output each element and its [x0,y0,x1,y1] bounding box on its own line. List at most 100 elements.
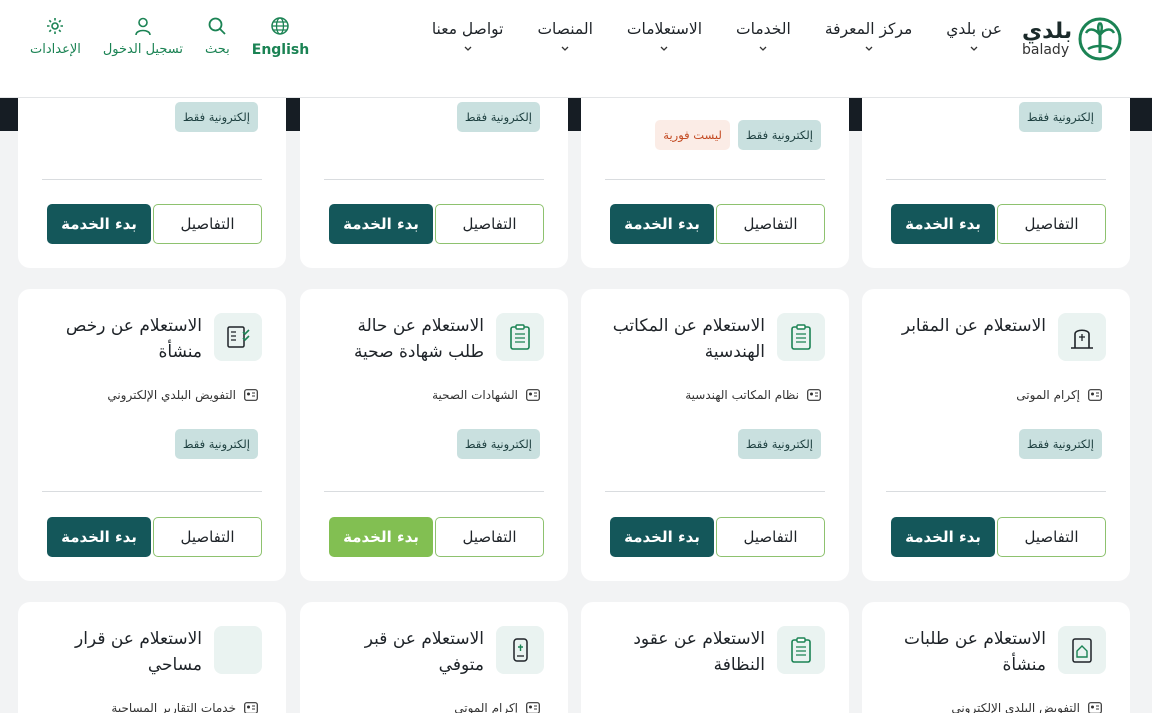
service-card-engineering-offices: الاستعلام عن المكاتب الهندسية نظام المكا… [581,289,849,581]
card-actions: التفاصيل بدء الخدمة [329,204,544,244]
nav-inquiries[interactable]: الاستعلامات [627,20,702,54]
start-service-button[interactable]: بدء الخدمة [891,517,995,557]
id-card-icon [244,389,258,401]
language-switch[interactable]: English [252,16,309,58]
chevron-down-icon [865,46,873,51]
details-button[interactable]: التفاصيل [435,204,544,244]
nav-label: عن بلدي [946,20,1002,38]
card-actions: التفاصيل بدء الخدمة [47,204,262,244]
logo-text: بلدي balady [1022,21,1072,58]
service-card-survey-decision: الاستعلام عن قرار مساحي خدمات التقارير ا… [18,602,286,713]
grave-phone-icon [496,626,544,674]
building-doc-icon [1058,626,1106,674]
nav-about[interactable]: عن بلدي [946,20,1002,54]
search-button[interactable]: بحث [205,16,230,58]
start-service-button[interactable]: بدء الخدمة [329,204,433,244]
card-divider [324,179,544,180]
card-divider [605,491,825,492]
start-service-button[interactable]: بدء الخدمة [891,204,995,244]
electronic-only-badge: إلكترونية فقط [1018,429,1102,459]
id-card-icon [1088,389,1102,401]
electronic-only-badge: إلكترونية فقط [456,102,540,132]
details-button[interactable]: التفاصيل [153,204,262,244]
card-divider [42,179,262,180]
service-card-deceased-grave: الاستعلام عن قبر متوفي إكرام الموتى [300,602,568,713]
electronic-only-badge: إلكترونية فقط [737,429,821,459]
electronic-only-badge: إلكترونية فقط [174,102,258,132]
site-header: بلدي balady عن بلدي مركز المعرفة الخدمات… [0,0,1152,98]
category-label: خدمات التقارير المساحية [111,701,236,713]
not-instant-badge: ليست فورية [655,120,730,150]
start-service-button[interactable]: بدء الخدمة [610,204,714,244]
card-badges: إلكترونية فقط [174,429,258,459]
start-service-button[interactable]: بدء الخدمة [610,517,714,557]
card-badges: إلكترونية فقط [737,429,821,459]
clipboard-icon [777,626,825,674]
card-category: التفويض البلدي الإلكتروني [951,701,1102,713]
card-badges: إلكترونية فقط [1018,429,1102,459]
login-button[interactable]: تسجيل الدخول [103,16,183,58]
electronic-only-badge: إلكترونية فقط [737,120,821,150]
settings-button[interactable]: الإعدادات [30,16,81,58]
electronic-only-badge: إلكترونية فقط [174,429,258,459]
nav-contact[interactable]: تواصل معنا [431,20,504,54]
id-card-icon [526,702,540,713]
palm-logo-icon [1078,17,1122,61]
details-button[interactable]: التفاصيل [997,517,1106,557]
search-icon [208,17,226,35]
service-card-facility-licenses: الاستعلام عن رخص منشأة التفويض البلدي ال… [18,289,286,581]
nav-label: الخدمات [736,20,791,38]
card-divider [886,491,1106,492]
nav-label: تواصل معنا [431,20,504,38]
card-category: التفويض البلدي الإلكتروني [107,388,258,402]
chevron-down-icon [970,46,978,51]
card-category: خدمات التقارير المساحية [111,701,258,713]
service-card-health-certificate: الاستعلام عن حالة طلب شهادة صحية الشهادا… [300,289,568,581]
header-tools: الإعدادات تسجيل الدخول بحث English [30,16,309,58]
clipboard-icon [777,313,825,361]
globe-icon [271,17,290,35]
card-divider [886,179,1106,180]
id-card-icon [526,389,540,401]
start-service-button[interactable]: بدء الخدمة [329,517,433,557]
chevron-down-icon [661,46,668,51]
login-label: تسجيل الدخول [102,42,183,57]
nav-knowledge-center[interactable]: مركز المعرفة [825,20,912,54]
logo-english: balady [1022,42,1070,58]
user-icon [135,17,151,36]
details-button[interactable]: التفاصيل [153,517,262,557]
category-label: إكرام الموتى [454,701,518,713]
card-title: الاستعلام عن رخص منشأة [65,316,202,362]
start-service-button[interactable]: بدء الخدمة [47,517,151,557]
card-badges: إلكترونية فقط ليست فورية [655,120,821,150]
chevron-down-icon [759,46,767,51]
start-service-button[interactable]: بدء الخدمة [47,204,151,244]
details-button[interactable]: التفاصيل [435,517,544,557]
card-actions: التفاصيل بدء الخدمة [329,517,544,557]
card-category: إكرام الموتى [454,701,540,713]
chevron-down-icon [464,46,472,51]
nav-platforms[interactable]: المنصات [537,20,593,54]
details-button[interactable]: التفاصيل [997,204,1106,244]
card-actions: التفاصيل بدء الخدمة [47,517,262,557]
card-actions: التفاصيل بدء الخدمة [891,517,1106,557]
card-title: الاستعلام عن قرار مساحي [75,629,202,675]
card-title: الاستعلام عن عقود النظافة [633,629,765,675]
id-card-icon [807,389,821,401]
balady-logo[interactable]: بلدي balady [1022,16,1130,62]
category-label: التفويض البلدي الإلكتروني [951,701,1080,713]
details-button[interactable]: التفاصيل [716,204,825,244]
nav-services[interactable]: الخدمات [736,20,791,54]
card-divider [42,491,262,492]
service-card-cemeteries: الاستعلام عن المقابر إكرام الموتى إلكترو… [862,289,1130,581]
language-label: English [251,42,310,58]
card-category: الشهادات الصحية [432,388,540,402]
category-label: إكرام الموتى [1016,388,1080,402]
card-actions: التفاصيل بدء الخدمة [891,204,1106,244]
settings-label: الإعدادات [30,42,81,57]
card-title: الاستعلام عن المكاتب الهندسية [612,316,765,362]
category-label: نظام المكاتب الهندسية [685,388,799,402]
details-button[interactable]: التفاصيل [716,517,825,557]
electronic-only-badge: إلكترونية فقط [456,429,540,459]
card-title: الاستعلام عن حالة طلب شهادة صحية [353,316,484,362]
